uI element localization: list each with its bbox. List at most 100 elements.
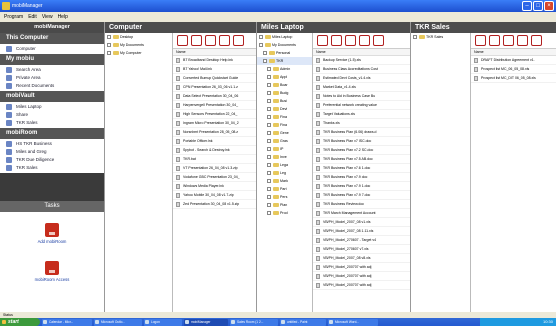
tree-node[interactable]: Prod <box>257 209 312 217</box>
toolbar-button[interactable] <box>475 35 486 46</box>
expand-toggle-icon[interactable] <box>267 163 271 167</box>
tree-node[interactable]: Personal <box>257 49 312 57</box>
file-row[interactable]: Spybot - Search & Destroy.lnk <box>173 146 256 155</box>
file-row[interactable]: TKR Business Plan (6.06) draws.d <box>313 128 410 137</box>
tree-node[interactable]: Desktop <box>105 33 172 41</box>
file-row[interactable]: Converted Bumup Quickstart Guide <box>173 74 256 83</box>
file-row[interactable]: Portable Officer.lnk <box>173 137 256 146</box>
expand-toggle-icon[interactable] <box>267 67 271 71</box>
file-row[interactable]: Data Select Presentation 30_04_06 <box>173 92 256 101</box>
tree-node[interactable]: Leg <box>257 169 312 177</box>
toolbar-button[interactable] <box>517 35 528 46</box>
tree-node[interactable]: Pers <box>257 193 312 201</box>
sidebar-item-miles-and-greg[interactable]: Miles and Greg <box>0 148 104 156</box>
file-row[interactable]: Vodafone GBC Presentation 23_04_ <box>173 173 256 182</box>
menu-edit[interactable]: Edit <box>28 12 37 22</box>
tree-node[interactable]: Part <box>257 185 312 193</box>
toolbar-button[interactable] <box>205 35 216 46</box>
tree-node[interactable]: Inve <box>257 153 312 161</box>
file-row[interactable]: Windows Media Player.lnk <box>173 182 256 191</box>
file-row[interactable]: Yahoo Mobile 30_04_08 v1.7.zip <box>173 191 256 200</box>
tree-node[interactable]: Fina <box>257 113 312 121</box>
expand-toggle-icon[interactable] <box>267 115 271 119</box>
file-row[interactable]: VB/PH_Model_200707 with adj <box>313 281 410 290</box>
toolbar-button[interactable] <box>531 35 542 46</box>
column-header-name[interactable]: Name <box>173 49 256 56</box>
file-row[interactable]: Market Data_v1.4.xls <box>313 83 410 92</box>
toolbar-button[interactable] <box>219 35 230 46</box>
sidebar-item-tkr-due-diligence[interactable]: TKR Due Diligence <box>0 156 104 164</box>
column-header-name[interactable]: Name <box>313 49 410 56</box>
tree-node[interactable]: Fina <box>257 121 312 129</box>
toolbar-button[interactable] <box>503 35 514 46</box>
expand-toggle-icon[interactable] <box>267 91 271 95</box>
menu-help[interactable]: Help <box>58 12 68 22</box>
tree-node[interactable]: Budg <box>257 89 312 97</box>
toolbar-button[interactable] <box>345 35 356 46</box>
toolbar-button[interactable] <box>359 35 370 46</box>
section-this-computer[interactable]: This Computer <box>0 33 104 44</box>
file-row[interactable]: Zed Presentation 30_04_08 v1.5.zip <box>173 200 256 209</box>
file-row[interactable]: VB/PH_Model_2007_08 1.11.xls <box>313 227 410 236</box>
expand-toggle-icon[interactable] <box>107 35 111 39</box>
start-button[interactable]: start <box>0 318 40 326</box>
tree-node[interactable]: My Computer <box>105 49 172 57</box>
file-row[interactable]: VB/PH_Model_2007_08 v1.xls <box>313 218 410 227</box>
sidebar-item-recent-documents[interactable]: Recent Documents <box>0 82 104 90</box>
tree-node[interactable]: Plan <box>257 201 312 209</box>
menu-program[interactable]: Program <box>4 12 23 22</box>
file-row[interactable]: Prospect list MC_DIT 06_05_08.xls <box>471 74 556 83</box>
file-row[interactable]: VT Presentation 26_04_08 v1.3.zip <box>173 164 256 173</box>
file-row[interactable]: Ingram Micro Presentation 30_04_2 <box>173 119 256 128</box>
maximize-button[interactable]: □ <box>533 1 543 11</box>
taskbar-item[interactable]: Logon <box>144 318 182 326</box>
file-row[interactable]: Thanks.xls <box>313 119 410 128</box>
file-row[interactable]: Target Valuations.xls <box>313 110 410 119</box>
expand-toggle-icon[interactable] <box>263 51 267 55</box>
file-row[interactable]: Preferential network creating value <box>313 101 410 110</box>
toolbar-button[interactable] <box>489 35 500 46</box>
file-row[interactable]: TKR Business Plan v7.9 1.doc <box>313 182 410 191</box>
file-row[interactable]: TKR Business Plan v7.2 SC.doc <box>313 146 410 155</box>
expand-toggle-icon[interactable] <box>267 139 271 143</box>
expand-toggle-icon[interactable] <box>267 195 271 199</box>
expand-toggle-icon[interactable] <box>267 107 271 111</box>
tree-node[interactable]: Gene <box>257 129 312 137</box>
expand-toggle-icon[interactable] <box>267 203 271 207</box>
tree-node[interactable]: IP <box>257 145 312 153</box>
tree-node[interactable]: Appl <box>257 73 312 81</box>
tree-node[interactable]: My Documents <box>257 41 312 49</box>
file-row[interactable]: VB/PH_Model_270607 - Target v4 <box>313 236 410 245</box>
expand-toggle-icon[interactable] <box>267 155 271 159</box>
file-row[interactable]: TKR.bat <box>173 155 256 164</box>
file-row[interactable]: DRAFT Distribution Agreement v1. <box>471 56 556 65</box>
taskbar-item[interactable]: mobiManager <box>184 318 228 326</box>
expand-toggle-icon[interactable] <box>267 147 271 151</box>
section-mobiroom[interactable]: mobiRoom <box>0 128 104 139</box>
file-row[interactable]: TKR Business Review.doc <box>313 200 410 209</box>
file-row[interactable]: VB/PH_Model_270607 v7.xls <box>313 245 410 254</box>
file-row[interactable]: VB/PH_Model_2007_08 v8.xls <box>313 254 410 263</box>
tree-node[interactable]: TKR Sales <box>411 33 470 41</box>
folder-tree[interactable]: Desktop My Documents My Computer <box>105 33 173 312</box>
file-row[interactable]: Norsnbmt Presentation 28_05_08.z <box>173 128 256 137</box>
taskbar-item[interactable]: Sales Room (1 2... <box>230 318 278 326</box>
section-my-mobiu[interactable]: My mobiu <box>0 54 104 65</box>
sidebar-item-miles-laptop[interactable]: Miles Laptop <box>0 103 104 111</box>
sidebar-item-hs-tkr-business[interactable]: HS TKR Business <box>0 140 104 148</box>
expand-toggle-icon[interactable] <box>263 59 267 63</box>
tree-node[interactable]: TKR <box>257 57 312 65</box>
expand-toggle-icon[interactable] <box>259 35 263 39</box>
file-row[interactable]: TKR Business Plan v7.9 7.doc <box>313 191 410 200</box>
menu-view[interactable]: View <box>42 12 53 22</box>
tree-node[interactable]: Mark <box>257 177 312 185</box>
toolbar-button[interactable] <box>331 35 342 46</box>
taskbar-item[interactable]: Calendar - Micr... <box>42 318 92 326</box>
taskbar-item[interactable]: Microsoft Outlo... <box>94 318 142 326</box>
expand-toggle-icon[interactable] <box>267 75 271 79</box>
file-row[interactable]: TKR March Management Account <box>313 209 410 218</box>
expand-toggle-icon[interactable] <box>267 83 271 87</box>
toolbar-button[interactable] <box>191 35 202 46</box>
file-row[interactable]: Estimated Devt Costs_v1.4.xls <box>313 74 410 83</box>
file-row[interactable]: CPN Presentation 26_03_06 v1.1.z <box>173 83 256 92</box>
